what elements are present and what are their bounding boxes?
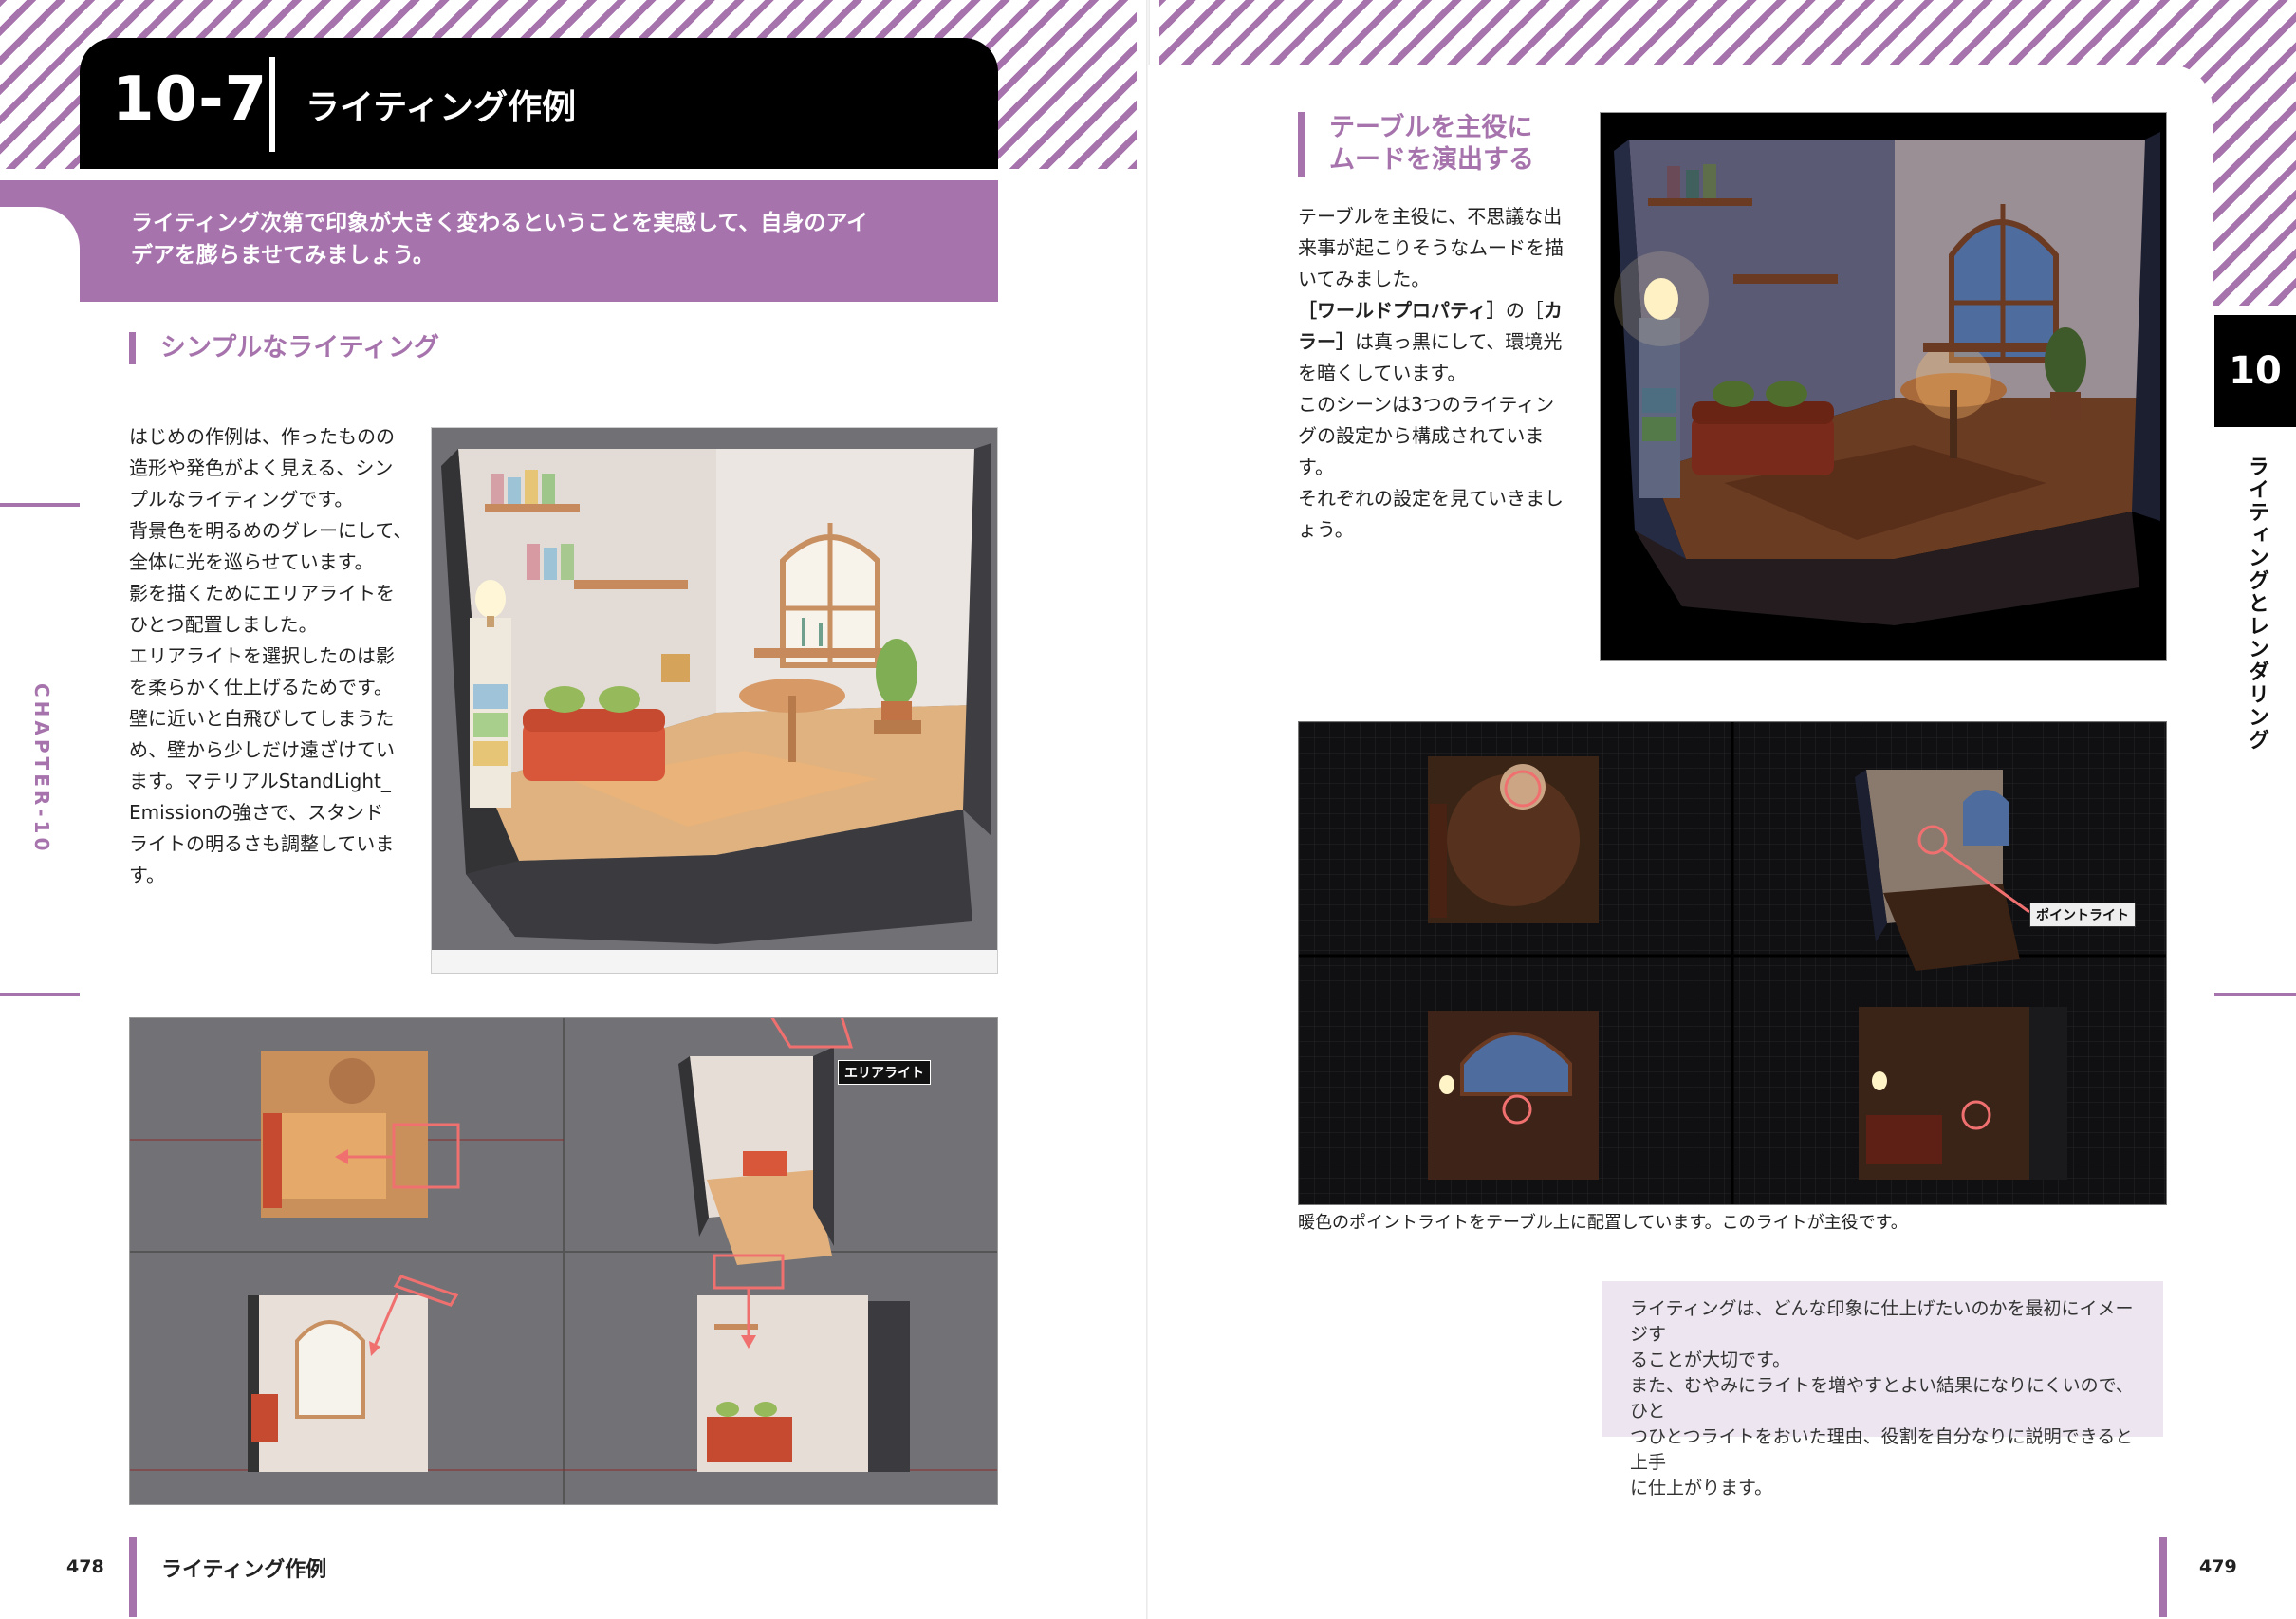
area-light-label: エリアライト (838, 1060, 931, 1085)
body-text-left: はじめの作例は、作ったものの 造形や発色がよく見える、シン プルなライティングで… (129, 421, 414, 891)
body-line: 来事が起こりそうなムードを描 (1298, 236, 1564, 259)
bold-term: ラー］ (1298, 330, 1355, 353)
tip-line: ライティングは、どんな印象に仕上げたいのかを最初にイメージす (1630, 1298, 2134, 1345)
body-line: 影を描くためにエリアライトを (129, 582, 395, 605)
area-light-viewports (130, 1018, 997, 1504)
viewport-grid-area-light: エリアライト (129, 1017, 998, 1505)
point-light-label: ポイントライト (2029, 903, 2136, 927)
heading-line: テーブルを主役に (1329, 113, 1533, 142)
section-title: ライティング作例 (306, 88, 577, 127)
render-dark-room (1600, 112, 2167, 661)
chapter-tab: 10 (2214, 315, 2296, 427)
body-line: ます。マテリアルStandLight_ (129, 770, 391, 792)
tip-line: に仕上がります。 (1630, 1478, 1773, 1498)
body-line: す。 (1298, 456, 1334, 478)
footer-bar-left (129, 1537, 137, 1617)
body-line: を暗くしています。 (1298, 362, 1467, 384)
body-line: いてみました。 (1298, 268, 1431, 290)
intro-text: ライティング次第で印象が大きく変わるということを実感して、自身のアイデアを膨らま… (131, 211, 869, 268)
margin-line-right (2214, 993, 2296, 996)
body-line: このシーンは3つのライティン (1298, 393, 1555, 416)
tip-text: ライティングは、どんな印象に仕上げたいのかを最初にイメージす ることが大切です。… (1630, 1296, 2142, 1501)
book-spread: 10-7 ライティング作例 ライティング次第で印象が大きく変わるということを実感… (0, 0, 2296, 1619)
bold-term: ［ワールドプロパティ］ (1298, 299, 1506, 322)
body-fragment: の［ (1505, 299, 1544, 322)
page-number-left: 478 (66, 1556, 104, 1577)
body-line: グの設定から構成されていま (1298, 424, 1545, 447)
body-line: 壁に近いと白飛びしてしまうた (129, 707, 395, 730)
tip-line: また、むやみにライトを増やすとよい結果になりにくいので、ひと (1630, 1375, 2134, 1422)
body-line: エリアライトを選択したのは影 (129, 644, 395, 667)
footer-title: ライティング作例 (161, 1558, 327, 1582)
footer-bar-right (2159, 1537, 2167, 1617)
body-line: 全体に光を巡らせています。 (129, 550, 374, 573)
left-page: 10-7 ライティング作例 ライティング次第で印象が大きく変わるということを実感… (0, 0, 1148, 1619)
section-title-bar: 10-7 ライティング作例 (80, 38, 998, 169)
body-line: 造形や発色がよく見える、シン (129, 456, 394, 479)
heading-line: ムードを演出する (1329, 145, 1534, 175)
body-fragment: は真っ黒にして、環境光 (1355, 330, 1563, 353)
heading-table-mood: テーブルを主役に ムードを演出する (1298, 112, 1534, 177)
body-line: を柔らかく仕上げるためです。 (129, 676, 393, 698)
intro-notch (0, 207, 80, 321)
dark-room-illustration (1601, 113, 2166, 660)
tip-line: つひとつライトをおいた理由、役割を自分なりに説明できると上手 (1630, 1426, 2134, 1473)
tip-box: ライティングは、どんな印象に仕上げたいのかを最初にイメージす ることが大切です。… (1602, 1281, 2163, 1498)
right-page: テーブルを主役に ムードを演出する テーブルを主役に、不思議な出 来事が起こりそ… (1148, 0, 2296, 1619)
page-margin (0, 169, 80, 1619)
margin-line-bottom (0, 993, 80, 996)
heading-simple-lighting: シンプルなライティング (129, 332, 439, 364)
render-bright-room (431, 427, 998, 974)
margin-line-top (0, 503, 80, 507)
title-separator (269, 57, 275, 152)
section-number: 10-7 (112, 65, 268, 135)
chapter-vertical-title: ライティングとレンダリング (2245, 456, 2268, 752)
body-line: はじめの作例は、作ったものの (129, 425, 395, 448)
tip-line: ることが大切です。 (1630, 1349, 1791, 1370)
body-line: ょう。 (1298, 518, 1354, 541)
body-line: ライトの明るさも調整していま (129, 832, 395, 855)
body-line: 背景色を明るめのグレーにして、 (129, 519, 413, 542)
page-number-right: 479 (2199, 1556, 2237, 1577)
bold-term: カ (1543, 299, 1563, 322)
bright-room-illustration (432, 428, 997, 973)
body-line: ［ワールドプロパティ］の［カ (1298, 295, 1583, 326)
body-line: ひとつ配置しました。 (129, 613, 318, 636)
body-line: テーブルを主役に、不思議な出 (1298, 205, 1563, 228)
figure-caption: 暖色のポイントライトをテーブル上に配置しています。このライトが主役です。 (1298, 1213, 1908, 1233)
point-light-viewports (1299, 722, 2166, 1204)
chapter-label: CHAPTER-10 (30, 683, 53, 855)
body-line: め、壁から少しだけ遠ざけてい (129, 738, 395, 761)
body-line: プルなライティングです。 (129, 488, 354, 511)
body-text-right: テーブルを主役に、不思議な出 来事が起こりそうなムードを描 いてみました。 ［ワ… (1298, 201, 1583, 546)
body-line: それぞれの設定を見ていきまし (1298, 487, 1564, 510)
body-line: ラー］は真っ黒にして、環境光 (1298, 326, 1583, 358)
body-line: す。 (129, 864, 165, 886)
body-line: Emissionの強さで、スタンド (129, 801, 384, 824)
viewport-grid-point-light: ポイントライト (1298, 721, 2167, 1205)
